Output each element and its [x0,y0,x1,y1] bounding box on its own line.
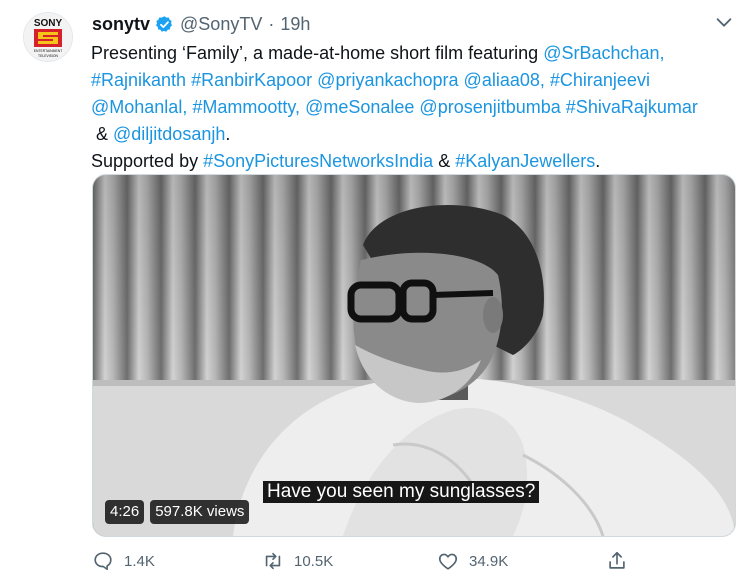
tweet-line-3: @Mohanlal, #Mammootty, @meSonalee @prose… [91,94,741,121]
reply-button[interactable]: 1.4K [92,548,155,574]
share-icon [609,551,625,569]
tweet-line-1: Presenting ‘Family’, a made-at-home shor… [91,40,741,67]
share-button[interactable] [606,548,628,574]
retweet-button[interactable]: 10.5K [262,548,333,574]
avatar-brand-text: SONY [34,18,63,29]
tweet-text-plain: Presenting ‘Family’, a made-at-home shor… [91,43,544,63]
chevron-down-icon[interactable] [713,11,735,33]
hashtag-link[interactable]: #SonyPicturesNetworksIndia [203,151,433,171]
hashtag-link[interactable]: #Mammootty, [192,97,300,117]
like-count: 34.9K [469,552,509,570]
header-separator: · [268,13,275,34]
hashtag-link[interactable]: #Rajnikanth [91,70,186,90]
tweet-text-plain: . [225,124,231,144]
mention-link[interactable]: @Mohanlal, [91,97,187,117]
mention-link[interactable]: @diljitdosanjh [113,124,225,144]
user-handle[interactable]: @SonyTV [180,14,262,35]
tweet-text-plain: . [595,151,601,171]
timestamp[interactable]: 19h [280,14,310,35]
heart-icon [438,553,458,570]
tweet-text-plain: & [91,124,114,144]
mention-link[interactable]: @priyankachopra [317,70,458,90]
mention-link[interactable]: @SrBachchan, [543,43,664,63]
avatar-subtitle-text-2: TELEVISION [38,54,59,58]
display-name[interactable]: sonytv [92,14,150,35]
video-view-count: 597.8K views [150,500,250,524]
hashtag-link[interactable]: #KalyanJewellers [455,151,595,171]
sony-tv-logo: SONY ENTERTAINMENT TELEVISION [24,13,72,61]
retweet-count: 10.5K [294,552,334,570]
tweet-actions: 1.4K 10.5K 34.9K [92,548,742,574]
mention-link[interactable]: @aliaa08, [464,70,545,90]
retweet-icon [265,552,281,570]
hashtag-link[interactable]: #RanbirKapoor [191,70,312,90]
avatar[interactable]: SONY ENTERTAINMENT TELEVISION [23,12,73,62]
tweet-text-plain: & [433,151,456,171]
verified-badge-icon [156,15,173,32]
like-button[interactable]: 34.9K [437,548,508,574]
tweet-text-plain: Supported by [91,151,204,171]
video-subtitle: Have you seen my sunglasses? [263,481,540,503]
hashtag-link[interactable]: #Chiranjeevi [550,70,650,90]
tweet-line-4: & @diljitdosanjh. [91,121,741,148]
tweet-text: Presenting ‘Family’, a made-at-home shor… [91,40,741,175]
reply-icon [94,552,112,571]
video-player[interactable]: Have you seen my sunglasses? 4:26 597.8K… [92,174,736,537]
hashtag-link[interactable]: #ShivaRajkumar [566,97,698,117]
mention-link[interactable]: @meSonalee [305,97,414,117]
video-badges: 4:26 597.8K views [105,500,250,524]
reply-count: 1.4K [124,552,155,570]
tweet-header: sonytv @SonyTV · 19h [92,13,310,35]
tweet-line-5: Supported by #SonyPicturesNetworksIndia … [91,148,741,175]
video-duration: 4:26 [105,500,145,524]
mention-link[interactable]: @prosenjitbumba [419,97,560,117]
tweet-line-2: #Rajnikanth #RanbirKapoor @priyankachopr… [91,67,741,94]
avatar-subtitle-text: ENTERTAINMENT [34,49,63,53]
